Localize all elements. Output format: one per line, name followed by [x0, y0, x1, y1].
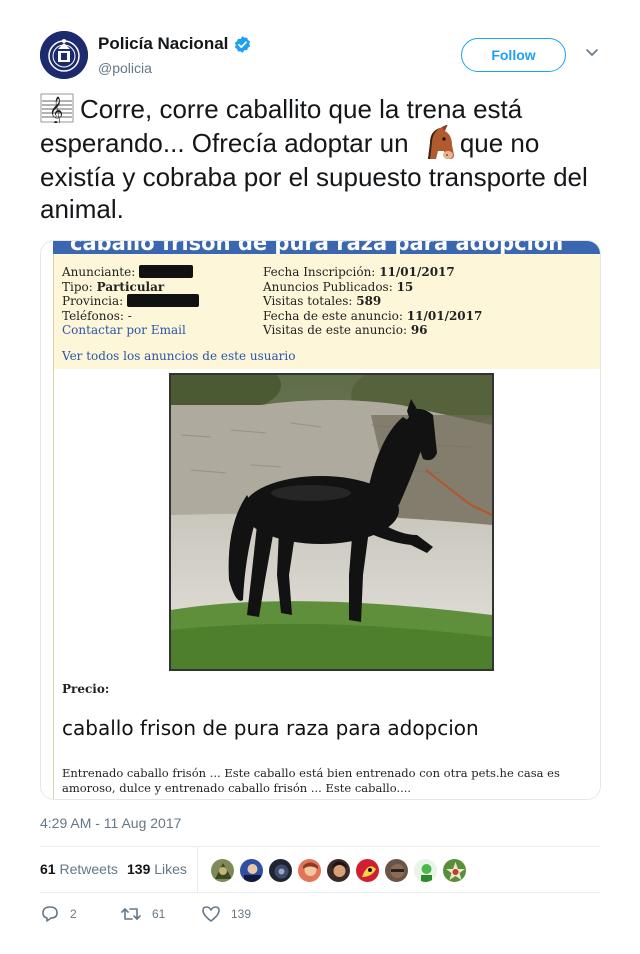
redaction-bar [126, 294, 199, 308]
ad-body: Precio: caballo frison de pura raza para… [53, 369, 600, 799]
retweets-stat[interactable]: 61 Retweets [40, 861, 118, 877]
liker-avatar[interactable] [384, 858, 409, 883]
likes-stat[interactable]: 139 Likes [127, 861, 187, 877]
liker-avatar[interactable] [297, 858, 322, 883]
liker-avatar[interactable] [413, 858, 438, 883]
follow-button[interactable]: Follow [461, 38, 566, 72]
tweet-timestamp[interactable]: 4:29 AM - 11 Aug 2017 [40, 815, 181, 831]
retweet-icon[interactable] [120, 904, 142, 924]
tweet-stats: 61 Retweets 139 Likes [40, 846, 600, 893]
avatar[interactable] [40, 31, 88, 79]
tweet-text: 𝄞 Corre, corre caballito que la trena es… [40, 93, 588, 224]
ad-header-bar: caballo frison de pura raza para adopcio… [53, 241, 600, 254]
ad-info-panel: Anunciante: Tipo: Particular Provincia: … [53, 254, 600, 369]
contact-email-link: Contactar por Email [62, 323, 186, 338]
ad-description: Entrenado caballo frisón ... Este caball… [62, 766, 560, 795]
see-all-ads-link: Ver todos los anuncios de este usuario [62, 349, 296, 363]
handle[interactable]: @policia [98, 60, 252, 76]
reply-action[interactable]: 2 [40, 904, 77, 924]
liker-avatar[interactable] [268, 858, 293, 883]
musical-score-emoji: 𝄞 [40, 93, 74, 123]
stats-divider [197, 847, 198, 893]
redaction-bar [139, 265, 194, 278]
ad-header-title: caballo frison de pura raza para adopcio… [70, 241, 564, 254]
horse-face-emoji [427, 125, 454, 159]
liker-avatar[interactable] [326, 858, 351, 883]
horse-photo [169, 373, 494, 671]
police-badge-icon [40, 31, 88, 79]
tweet-header: Policía Nacional @policia Follow [40, 31, 600, 81]
display-name[interactable]: Policía Nacional [98, 34, 252, 54]
ad-title: caballo frison de pura raza para adopcio… [62, 716, 479, 740]
price-label: Precio: [62, 682, 110, 696]
verified-badge-icon [235, 35, 251, 53]
liker-avatar[interactable] [442, 858, 467, 883]
like-action[interactable]: 139 [201, 904, 251, 924]
liker-avatar[interactable] [239, 858, 264, 883]
svg-text:𝄞: 𝄞 [49, 96, 63, 123]
retweet-action[interactable]: 61 [120, 904, 165, 924]
tweet-media-image[interactable]: caballo frison de pura raza para adopcio… [40, 240, 601, 800]
liker-avatar[interactable] [210, 858, 235, 883]
heart-icon[interactable] [201, 904, 221, 924]
liker-avatar[interactable] [355, 858, 380, 883]
reply-icon[interactable] [40, 904, 60, 924]
tweet-actions: 2 61 139 [40, 902, 600, 928]
chevron-down-icon[interactable] [585, 45, 599, 59]
